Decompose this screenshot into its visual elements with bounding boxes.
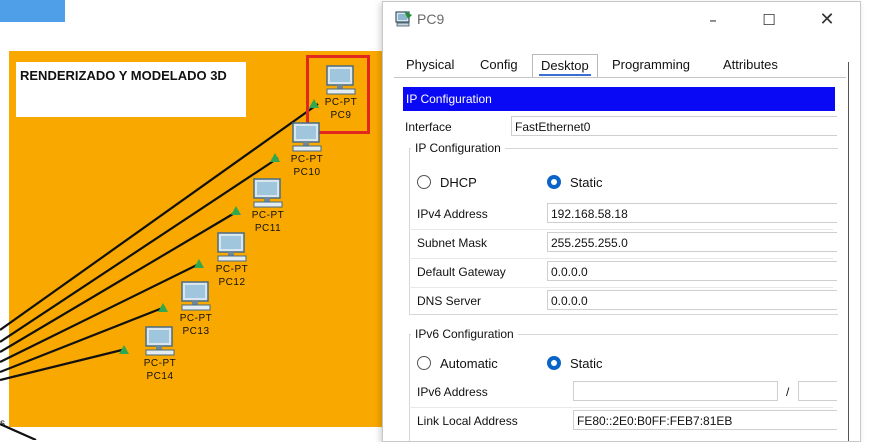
- dhcp-radio[interactable]: [417, 175, 431, 189]
- interface-label: Interface: [405, 120, 452, 134]
- ipv4-group-title: IP Configuration: [411, 141, 505, 155]
- pc-icon: [292, 122, 322, 152]
- subnet-mask-label: Subnet Mask: [417, 236, 488, 250]
- scroll-edge: [848, 62, 849, 441]
- static6-label[interactable]: Static: [570, 356, 603, 371]
- ipv4-address-label: IPv4 Address: [417, 207, 488, 221]
- device-model-label: PC-PT: [290, 154, 324, 165]
- pc-icon: [395, 11, 412, 27]
- link-local-input[interactable]: FE80::2E0:B0FF:FEB7:81EB: [573, 410, 837, 430]
- pc-icon: [253, 178, 283, 208]
- tab-desktop-label: Desktop: [541, 58, 589, 73]
- ipv6-group-title: IPv6 Configuration: [411, 327, 518, 341]
- tab-physical[interactable]: Physical: [398, 54, 462, 76]
- device-model-label: PC-PT: [179, 313, 213, 324]
- row-separator: [409, 258, 833, 259]
- device-name-label: PC14: [146, 371, 174, 382]
- automatic-radio[interactable]: [417, 356, 431, 370]
- tab-config[interactable]: Config: [472, 54, 526, 76]
- dhcp-label[interactable]: DHCP: [440, 175, 477, 190]
- ipv6-address-label: IPv6 Address: [417, 385, 488, 399]
- dns-server-label: DNS Server: [417, 294, 482, 308]
- pc-icon: [181, 281, 211, 311]
- ipv6-prefix-input[interactable]: [798, 381, 837, 401]
- tab-programming[interactable]: Programming: [604, 54, 698, 76]
- active-tab-underline: [539, 74, 591, 76]
- prefix-separator: /: [786, 385, 790, 399]
- dns-server-input[interactable]: 0.0.0.0: [547, 290, 837, 310]
- link-extra: [0, 422, 37, 440]
- device-model-label: PC-PT: [143, 358, 177, 369]
- pc9-config-window[interactable]: PC9 – ☐ ✕ Physical Config Desktop Progra…: [382, 1, 861, 442]
- offscreen-device-label: s: [0, 418, 5, 429]
- device-pc14[interactable]: PC-PT PC14: [130, 325, 190, 383]
- automatic-label[interactable]: Automatic: [440, 356, 498, 371]
- ip-config-header: IP Configuration: [403, 87, 835, 111]
- tab-attributes[interactable]: Attributes: [715, 54, 786, 76]
- device-pc11[interactable]: PC-PT PC11: [238, 177, 298, 235]
- row-separator: [409, 407, 833, 408]
- device-model-label: PC-PT: [251, 210, 285, 221]
- pc-icon: [217, 232, 247, 262]
- device-model-label: PC-PT: [324, 97, 358, 108]
- static-radio[interactable]: [547, 175, 561, 189]
- static6-radio[interactable]: [547, 356, 561, 370]
- close-button[interactable]: ✕: [804, 2, 850, 38]
- interface-select[interactable]: FastEthernet0: [511, 116, 837, 136]
- ipv6-address-input[interactable]: [573, 381, 778, 401]
- row-separator: [409, 229, 833, 230]
- pc-icon: [145, 326, 175, 356]
- row-separator: [409, 287, 833, 288]
- default-gateway-label: Default Gateway: [417, 265, 506, 279]
- default-gateway-input[interactable]: 0.0.0.0: [547, 261, 837, 281]
- tab-bar: Physical Config Desktop Programming Attr…: [394, 54, 786, 77]
- tab-divider: [394, 77, 846, 78]
- minimize-button[interactable]: –: [690, 2, 736, 38]
- ipv4-address-input[interactable]: 192.168.58.18: [547, 203, 837, 223]
- ip-configuration-panel: IP Configuration Interface FastEthernet0…: [401, 86, 838, 441]
- pc-icon: [326, 65, 356, 95]
- logical-workspace[interactable]: RENDERIZADO Y MODELADO 3D PC-PT PC9 PC-P…: [0, 0, 400, 440]
- maximize-button[interactable]: ☐: [746, 2, 792, 38]
- tab-desktop[interactable]: Desktop: [532, 54, 598, 77]
- link-local-label: Link Local Address: [417, 414, 518, 428]
- device-pc9[interactable]: PC-PT PC9: [311, 64, 371, 122]
- window-titlebar[interactable]: PC9 – ☐ ✕: [383, 2, 860, 38]
- static-label[interactable]: Static: [570, 175, 603, 190]
- device-model-label: PC-PT: [215, 264, 249, 275]
- subnet-mask-input[interactable]: 255.255.255.0: [547, 232, 837, 252]
- device-pc10[interactable]: PC-PT PC10: [277, 121, 337, 179]
- window-title: PC9: [417, 11, 445, 27]
